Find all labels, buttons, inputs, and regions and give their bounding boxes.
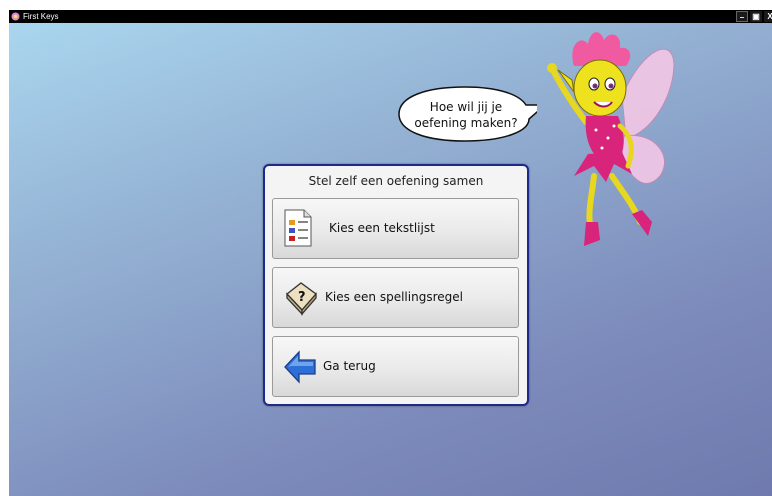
speech-bubble: Hoe wil jij je oefening maken? [395,85,537,143]
choose-spelling-rule-button[interactable]: ? Kies een spellingsregel [272,267,519,328]
list-document-icon [284,209,312,247]
choose-spelling-rule-label: Kies een spellingsregel [325,290,463,304]
close-button[interactable]: X [764,11,772,22]
fairy-character [547,32,675,246]
svg-text:?: ? [298,290,306,305]
speech-line-1: Hoe wil jij je [429,100,503,114]
minimize-button[interactable]: – [736,11,748,22]
speech-line-2: oefening maken? [414,116,518,130]
title-bar: First Keys – ▣ X [9,10,772,23]
choose-text-list-button[interactable]: Kies een tekstlijst [272,198,519,259]
back-arrow-icon [284,350,316,384]
app-icon [11,12,20,21]
maximize-button[interactable]: ▣ [750,11,762,22]
window-title: First Keys [23,12,59,21]
go-back-label: Ga terug [323,359,376,373]
question-key-icon: ? [286,282,317,316]
speech-text: Hoe wil jij je oefening maken? [401,99,531,131]
app-background: Hoe wil jij je oefening maken? Stel zelf… [9,23,772,496]
exercise-panel: Stel zelf een oefening samen Kies een te… [263,164,529,406]
panel-title: Stel zelf een oefening samen [308,174,484,188]
go-back-button[interactable]: Ga terug [272,336,519,397]
choose-text-list-label: Kies een tekstlijst [329,221,435,235]
